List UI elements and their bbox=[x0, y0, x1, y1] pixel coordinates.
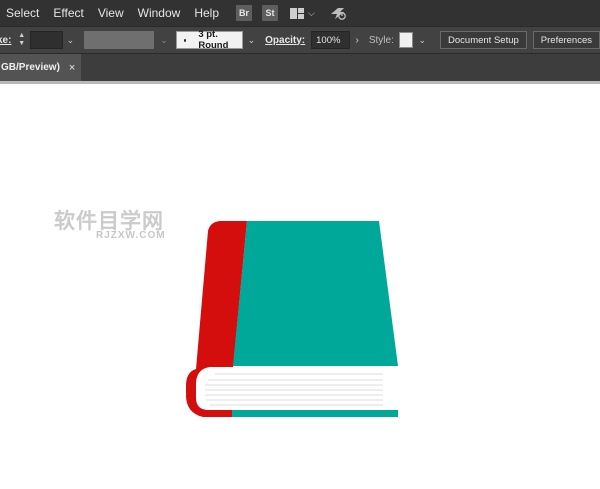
book-back-cover bbox=[230, 410, 398, 417]
book-cover bbox=[233, 221, 398, 366]
book-illustration[interactable] bbox=[0, 0, 600, 489]
